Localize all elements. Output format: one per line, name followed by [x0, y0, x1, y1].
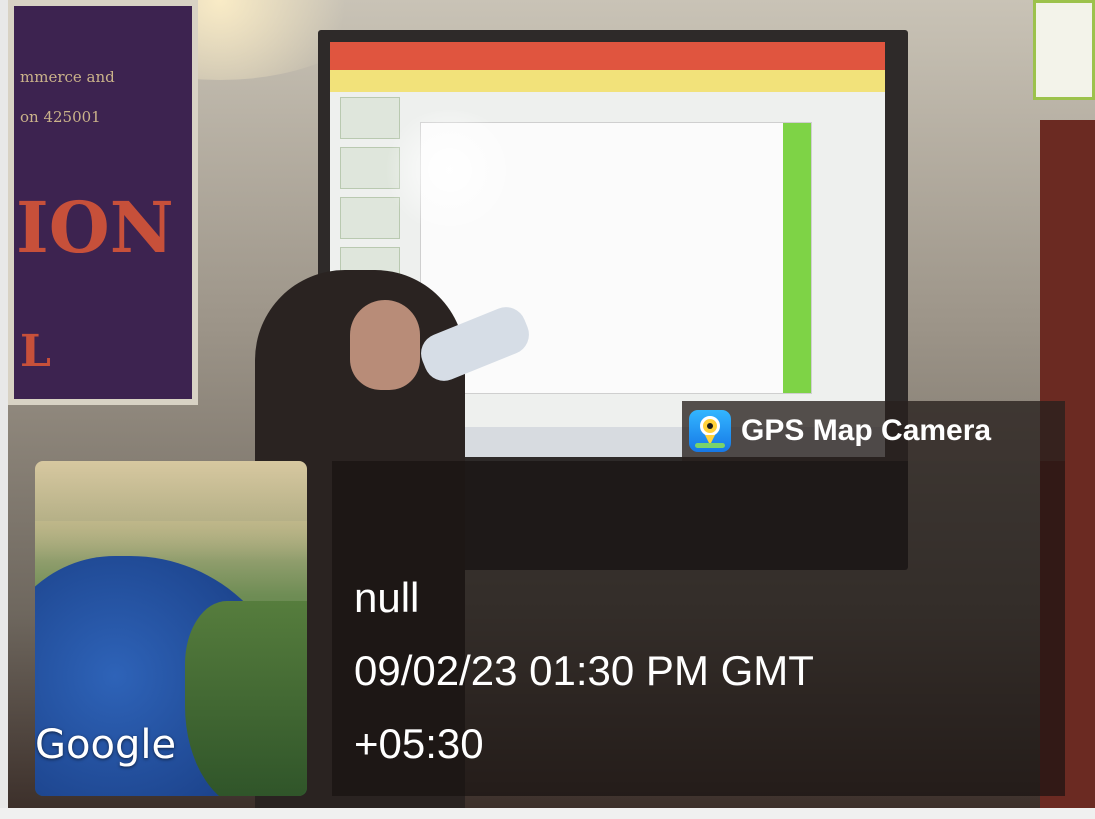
projector-glare — [380, 110, 520, 230]
timezone-text: +05:30 — [354, 720, 484, 767]
map-landmass — [185, 601, 307, 796]
projected-toolbar — [330, 70, 885, 92]
projected-ribbon — [330, 42, 885, 70]
frame-edge-bottom — [0, 808, 1095, 819]
datetime-text: 09/02/23 01:30 PM GMT — [354, 647, 814, 694]
banner-text-bottom: L — [20, 326, 51, 377]
banner-text-large: ION — [16, 186, 174, 269]
presenter-face — [350, 300, 420, 390]
banner-text-line-2: on 425001 — [20, 108, 101, 126]
wall-chart — [1033, 0, 1095, 100]
gps-app-name: GPS Map Camera — [741, 414, 992, 447]
banner-text-line-1: mmerce and — [20, 68, 115, 86]
gps-map-camera-icon — [689, 410, 731, 452]
frame-edge-left — [0, 0, 8, 819]
wall-banner: mmerce and on 425001 ION L — [8, 0, 198, 405]
map-attribution: Google — [35, 722, 177, 768]
address-text: null — [354, 574, 420, 621]
